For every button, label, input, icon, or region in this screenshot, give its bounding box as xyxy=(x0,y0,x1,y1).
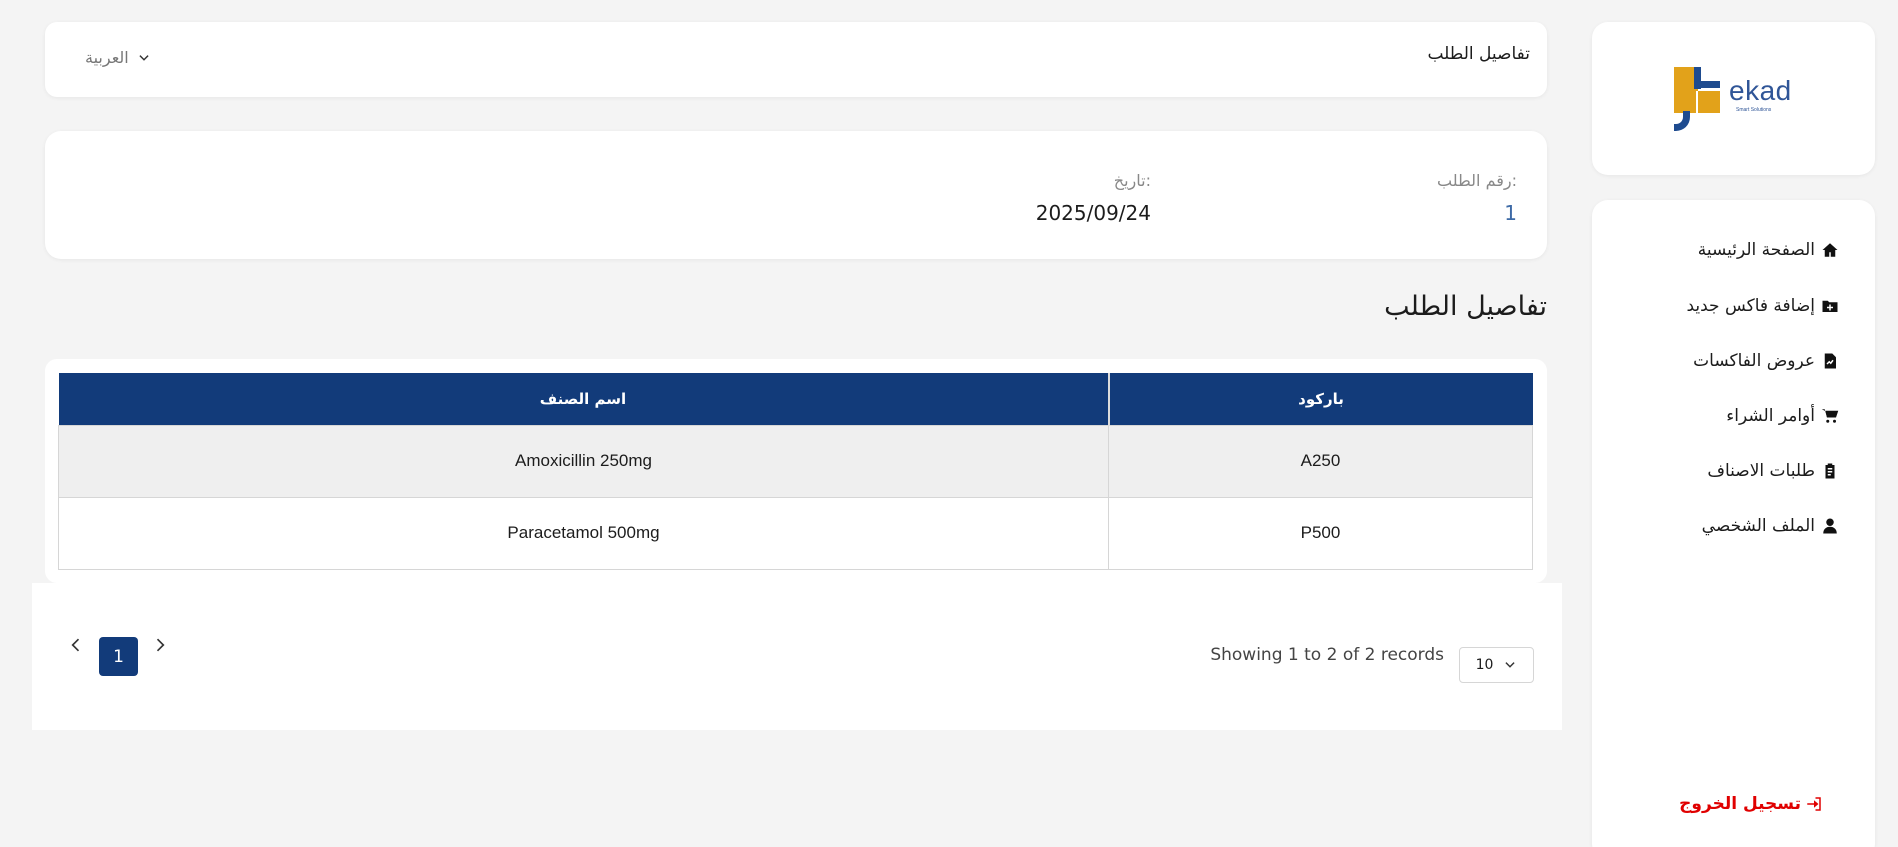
folder-plus-icon xyxy=(1822,300,1838,312)
sidebar-item-label: عروض الفاكسات xyxy=(1693,351,1815,371)
table-header-row: اسم الصنف باركود xyxy=(58,373,1533,425)
cell-item-name: Amoxicillin 250mg xyxy=(58,424,1109,498)
date-value: 2025/09/24 xyxy=(1035,201,1151,225)
order-number-value: 1 xyxy=(1504,201,1517,225)
sidebar-item-item-requests[interactable]: طلبات الاصناف xyxy=(1707,461,1839,481)
sidebar: الصفحة الرئيسية إضافة فاكس جديد عروض الف… xyxy=(1592,200,1875,847)
sidebar-item-label: أوامر الشراء xyxy=(1726,406,1815,426)
order-info-card: رقم الطلب: 1 تاريخ: 2025/09/24 xyxy=(45,131,1547,259)
chevron-down-icon xyxy=(139,54,149,61)
table-row: Amoxicillin 250mg A250 xyxy=(58,424,1533,498)
order-number-label: رقم الطلب: xyxy=(1437,171,1517,190)
cell-barcode: A250 xyxy=(1108,424,1533,498)
logout-button[interactable]: تسجيل الخروج xyxy=(1679,794,1823,814)
page-size-select[interactable]: 10 xyxy=(1459,647,1534,683)
home-icon xyxy=(1822,243,1838,257)
file-chart-icon xyxy=(1824,353,1836,369)
logo-card: ekad Smart Solutions xyxy=(1592,22,1875,175)
sidebar-item-label: الملف الشخصي xyxy=(1701,516,1815,536)
chevron-left-icon xyxy=(71,638,80,652)
language-select[interactable]: العربية xyxy=(85,48,151,67)
column-header-barcode[interactable]: باركود xyxy=(1108,373,1533,425)
sidebar-item-label: إضافة فاكس جديد xyxy=(1686,296,1815,316)
header: تفاصيل الطلب العربية xyxy=(45,22,1547,97)
records-summary: Showing 1 to 2 of 2 records xyxy=(1210,645,1444,665)
clipboard-icon xyxy=(1825,463,1835,479)
sidebar-item-profile[interactable]: الملف الشخصي xyxy=(1702,516,1839,536)
sidebar-item-fax-offers[interactable]: عروض الفاكسات xyxy=(1693,351,1839,371)
chevron-right-icon xyxy=(156,638,165,652)
ekad-logo[interactable]: ekad Smart Solutions xyxy=(1674,67,1794,137)
logout-icon xyxy=(1807,797,1821,811)
sidebar-item-label: الصفحة الرئيسية xyxy=(1697,240,1815,260)
page-number-button[interactable]: 1 xyxy=(99,637,138,676)
section-title: تفاصيل الطلب xyxy=(1384,291,1547,322)
date-label: تاريخ: xyxy=(1113,171,1151,190)
column-header-item-name[interactable]: اسم الصنف xyxy=(58,373,1110,425)
pagination: 1 Showing 1 to 2 of 2 records 10 xyxy=(32,583,1562,730)
table-row: Paracetamol 500mg P500 xyxy=(58,496,1533,570)
user-icon xyxy=(1823,518,1837,534)
logo-sub: Smart Solutions xyxy=(1736,107,1772,113)
order-items-table: اسم الصنف باركود Amoxicillin 250mg A250 … xyxy=(58,373,1533,570)
cart-icon xyxy=(1821,409,1839,423)
chevron-down-icon xyxy=(1505,662,1516,668)
cell-barcode: P500 xyxy=(1108,496,1533,570)
logo-word: ekad xyxy=(1729,75,1792,106)
sidebar-item-add-fax[interactable]: إضافة فاكس جديد xyxy=(1686,296,1839,316)
page-title: تفاصيل الطلب xyxy=(1427,44,1530,64)
sidebar-item-purchase-orders[interactable]: أوامر الشراء xyxy=(1726,406,1839,426)
table-card: اسم الصنف باركود Amoxicillin 250mg A250 … xyxy=(45,359,1547,583)
sidebar-item-label: طلبات الاصناف xyxy=(1707,461,1815,481)
previous-page-button[interactable] xyxy=(66,635,86,655)
logout-label: تسجيل الخروج xyxy=(1679,794,1801,814)
next-page-button[interactable] xyxy=(150,635,170,655)
page-size-value: 10 xyxy=(1475,657,1494,673)
language-label: العربية xyxy=(85,48,129,67)
cell-item-name: Paracetamol 500mg xyxy=(58,496,1109,570)
sidebar-item-home[interactable]: الصفحة الرئيسية xyxy=(1698,240,1839,260)
